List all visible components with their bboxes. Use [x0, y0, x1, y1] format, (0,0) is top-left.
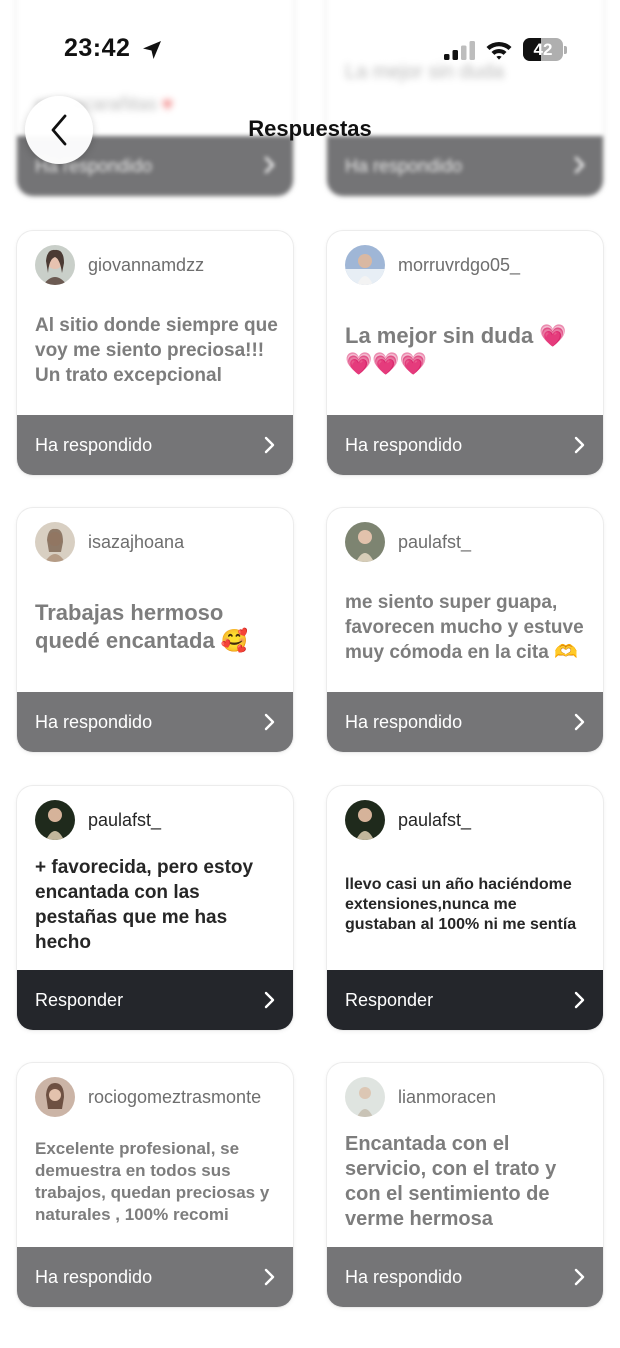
username[interactable]: morruvrdgo05_ — [398, 255, 520, 276]
avatar[interactable] — [345, 1077, 385, 1117]
location-arrow-icon — [143, 41, 161, 59]
replied-button[interactable]: Ha respondido — [17, 415, 293, 475]
card-user-row: lianmoracen — [345, 1077, 496, 1117]
username[interactable]: paulafst_ — [398, 810, 471, 831]
battery-level: 42 — [533, 40, 553, 59]
response-card[interactable]: paulafst_ me siento super guapa, favorec… — [327, 508, 603, 752]
button-label: Ha respondido — [35, 1266, 153, 1287]
response-card[interactable]: giovannamdzz Al sitio donde siempre que … — [17, 231, 293, 475]
button-label: Responder — [345, 989, 434, 1010]
chevron-right-icon — [264, 991, 275, 1009]
response-card[interactable]: rociogomeztrasmonte Excelente profesiona… — [17, 1063, 293, 1307]
card-user-row: isazajhoana — [35, 522, 184, 562]
card-message: Encantada con el servicio, con el trato … — [345, 1117, 589, 1247]
button-label: Ha respondido — [345, 711, 463, 732]
card-message: + favorecida, pero estoy encantada con l… — [35, 840, 279, 970]
message-text: Trabajas hermoso quedé encantada — [35, 600, 224, 653]
card-message: Excelente profesional, se demuestra en t… — [35, 1117, 279, 1247]
message-text: Al sitio donde siempre que voy me siento… — [35, 314, 278, 386]
username[interactable]: isazajhoana — [88, 532, 184, 553]
username[interactable]: rociogomeztrasmonte — [88, 1087, 261, 1108]
card-user-row: paulafst_ — [345, 800, 471, 840]
response-card[interactable]: isazajhoana Trabajas hermoso quedé encan… — [17, 508, 293, 752]
card-message: me siento super guapa, favorecen mucho y… — [345, 562, 589, 692]
battery-icon: 42 — [523, 38, 567, 61]
username[interactable]: giovannamdzz — [88, 255, 204, 276]
response-card[interactable]: lianmoracen Encantada con el servicio, c… — [327, 1063, 603, 1307]
chevron-right-icon — [574, 156, 585, 174]
avatar[interactable] — [35, 1077, 75, 1117]
avatar[interactable] — [35, 800, 75, 840]
wifi-icon — [486, 41, 512, 60]
avatar[interactable] — [35, 245, 75, 285]
chevron-right-icon — [264, 156, 275, 174]
status-bar: 23:42 42 — [0, 0, 620, 100]
button-label: Ha respondido — [345, 434, 463, 455]
message-text: La mejor sin duda — [345, 323, 534, 348]
replied-button[interactable]: Ha respondido — [327, 692, 603, 752]
card-message: La mejor sin duda 💗💗💗💗 — [345, 285, 589, 415]
status-time: 23:42 — [64, 34, 131, 62]
chevron-right-icon — [574, 436, 585, 454]
card-user-row: morruvrdgo05_ — [345, 245, 520, 285]
partial-card-right-button[interactable]: Ha respondido — [327, 136, 603, 196]
response-card[interactable]: morruvrdgo05_ La mejor sin duda 💗💗💗💗 Ha … — [327, 231, 603, 475]
heart-hands-emoji: 🫶 — [554, 641, 578, 663]
card-user-row: rociogomeztrasmonte — [35, 1077, 261, 1117]
message-text: me siento super guapa, favorecen mucho y… — [345, 591, 584, 663]
smiling-hearts-emoji: 🥰 — [220, 628, 249, 653]
cellular-signal-icon — [444, 41, 475, 60]
chevron-right-icon — [264, 713, 275, 731]
username[interactable]: paulafst_ — [398, 532, 471, 553]
avatar[interactable] — [35, 522, 75, 562]
card-user-row: giovannamdzz — [35, 245, 204, 285]
avatar[interactable] — [345, 800, 385, 840]
response-card[interactable]: paulafst_ + favorecida, pero estoy encan… — [17, 786, 293, 1030]
reply-button[interactable]: Responder — [327, 970, 603, 1030]
chevron-right-icon — [574, 1268, 585, 1286]
chevron-right-icon — [264, 436, 275, 454]
chevron-right-icon — [264, 1268, 275, 1286]
message-text: Excelente profesional, se demuestra en t… — [35, 1139, 270, 1224]
message-text: llevo casi un año haciéndome extensiones… — [345, 876, 577, 933]
partial-card-right-button-label: Ha respondido — [345, 155, 463, 176]
replied-button[interactable]: Ha respondido — [327, 1247, 603, 1307]
replied-button[interactable]: Ha respondido — [17, 692, 293, 752]
page-title: Respuestas — [248, 116, 372, 141]
card-message: Trabajas hermoso quedé encantada 🥰 — [35, 562, 279, 692]
avatar[interactable] — [345, 245, 385, 285]
username[interactable]: paulafst_ — [88, 810, 161, 831]
replied-button[interactable]: Ha respondido — [17, 1247, 293, 1307]
card-message: llevo casi un año haciéndome extensiones… — [345, 840, 589, 970]
username[interactable]: lianmoracen — [398, 1087, 496, 1108]
message-text: + favorecida, pero estoy encantada con l… — [35, 857, 254, 953]
chevron-right-icon — [574, 991, 585, 1009]
replied-button[interactable]: Ha respondido — [327, 415, 603, 475]
button-label: Ha respondido — [35, 434, 153, 455]
button-label: Ha respondido — [345, 1266, 463, 1287]
card-user-row: paulafst_ — [35, 800, 161, 840]
message-text: Encantada con el servicio, con el trato … — [345, 1133, 557, 1230]
card-message: Al sitio donde siempre que voy me siento… — [35, 285, 279, 415]
reply-button[interactable]: Responder — [17, 970, 293, 1030]
response-card[interactable]: paulafst_ llevo casi un año haciéndome e… — [327, 786, 603, 1030]
avatar[interactable] — [345, 522, 385, 562]
chevron-right-icon — [574, 713, 585, 731]
button-label: Ha respondido — [35, 711, 153, 732]
button-label: Responder — [35, 989, 124, 1010]
card-user-row: paulafst_ — [345, 522, 471, 562]
